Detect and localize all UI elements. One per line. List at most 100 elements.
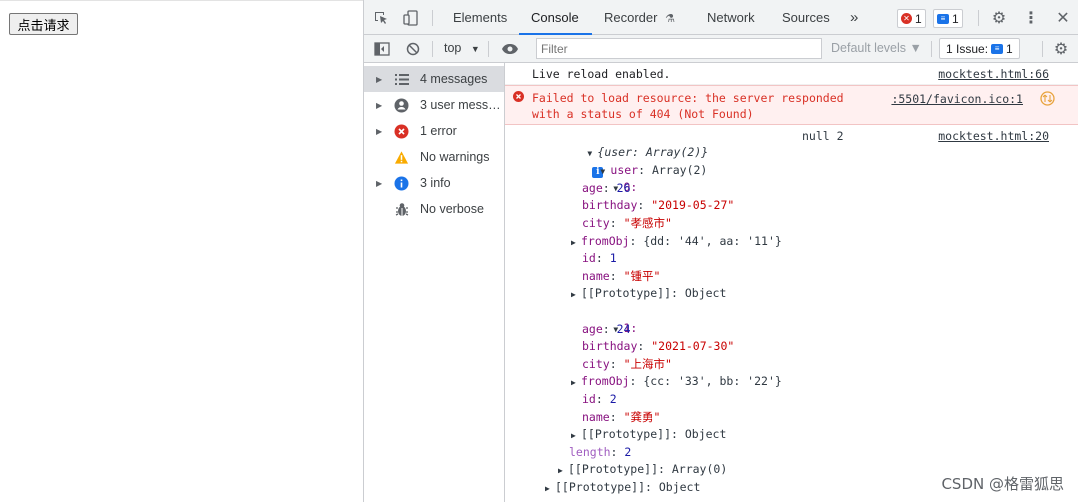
expand-arrow-icon: ▶ — [376, 126, 383, 136]
console-settings-gear-icon[interactable]: ⚙ — [1052, 40, 1070, 58]
value-id: 1 — [609, 251, 617, 265]
message-text: Live reload enabled. — [532, 67, 671, 81]
tab-console[interactable]: Console — [519, 0, 592, 35]
value-length: 2 — [624, 445, 632, 459]
expand-arrow-icon: ▶ — [376, 100, 383, 110]
sidebar-item-verbose[interactable]: No verbose — [364, 196, 504, 222]
more-tabs-button[interactable]: » — [850, 0, 858, 35]
context-selector[interactable]: top ▼ — [444, 41, 480, 55]
prototype-label: [[Prototype]]: Array(0) — [568, 462, 728, 476]
sidebar-item-info[interactable]: ▶ 3 info — [364, 170, 504, 196]
issues-label: 1 Issue: — [946, 41, 989, 56]
prop-id: id: 2 — [582, 392, 617, 406]
kebab-menu-icon[interactable]: ⋮ — [1022, 9, 1040, 27]
prop-birthday: birthday: "2021-07-30" — [582, 339, 735, 353]
error-count-badge[interactable]: ✕ 1 — [897, 9, 926, 28]
log-levels-dropdown[interactable]: Default levels ▼ — [831, 41, 922, 55]
value-age: 26 — [616, 181, 631, 195]
device-toolbar-icon[interactable] — [402, 9, 420, 27]
array-prototype-row[interactable]: ▶ [[Prototype]]: Array(0) — [558, 461, 727, 478]
eye-icon[interactable] — [500, 40, 520, 58]
object-summary-row[interactable]: ▼ {user: Array(2)} i — [532, 127, 708, 178]
request-button[interactable]: 点击请求 — [9, 13, 78, 35]
message-count: 1 — [952, 11, 959, 26]
error-text-line1: Failed to load resource: the server resp… — [532, 91, 844, 105]
settings-gear-icon[interactable]: ⚙ — [990, 9, 1008, 27]
expand-arrow-icon: ▶ — [376, 178, 383, 188]
tab-elements[interactable]: Elements — [453, 0, 507, 35]
page-viewport: 点击请求 — [0, 0, 363, 502]
user-array-row[interactable]: ▼ user: Array(2) — [545, 145, 707, 177]
collapsed-arrow-icon: ▶ — [571, 290, 576, 299]
expand-arrow-icon: ▶ — [376, 74, 383, 84]
sidebar-toggle-icon[interactable] — [373, 40, 391, 58]
prop-birthday: birthday: "2019-05-27" — [582, 198, 735, 212]
log-source-link[interactable]: mocktest.html:20 — [938, 129, 1049, 143]
array-index-row[interactable]: ▼ 1: — [558, 303, 637, 335]
filter-input[interactable] — [536, 38, 822, 59]
prototype-row[interactable]: ▶ [[Prototype]]: Object — [571, 426, 726, 443]
console-toolbar: top ▼ Default levels ▼ 1 Issue: ≡ 1 ⚙ — [364, 35, 1078, 63]
close-icon[interactable]: ✕ — [1054, 9, 1072, 27]
prop-city: city: "上海市" — [582, 357, 672, 371]
list-icon — [394, 72, 409, 87]
sidebar-item-warnings[interactable]: No warnings — [364, 144, 504, 170]
issues-button[interactable]: 1 Issue: ≡ 1 — [939, 38, 1020, 59]
value-birthday: "2021-07-30" — [651, 339, 735, 353]
prop-fromobj[interactable]: ▶ fromObj: {dd: '44', aa: '11'} — [571, 233, 782, 250]
value-id: 2 — [609, 392, 617, 406]
prototype-row[interactable]: ▶ [[Prototype]]: Object — [571, 285, 726, 302]
array-index-row[interactable]: ▼ 0: — [558, 162, 637, 194]
object-prototype-row[interactable]: ▶ [[Prototype]]: Object — [545, 479, 700, 496]
value-fromobj: {cc: '33', bb: '22'} — [643, 374, 782, 388]
prop-fromobj[interactable]: ▶ fromObj: {cc: '33', bb: '22'} — [571, 373, 782, 390]
sidebar-item-label: 1 error — [420, 124, 457, 138]
sidebar-item-label: 4 messages — [420, 72, 488, 86]
prototype-label: [[Prototype]]: Object — [581, 286, 727, 300]
sidebar-item-messages[interactable]: ▶ 4 messages — [364, 66, 504, 92]
error-text-line2: with a status of 404 (Not Found) — [532, 107, 754, 121]
console-message-live-reload: Live reload enabled. mocktest.html:66 — [505, 63, 1078, 85]
sidebar-item-label: No verbose — [420, 202, 484, 216]
inspect-element-icon[interactable] — [372, 9, 390, 27]
sidebar-item-user-messages[interactable]: ▶ 3 user mess… — [364, 92, 504, 118]
separator — [488, 41, 489, 57]
prop-age: age: 24 — [582, 322, 631, 336]
separator — [432, 10, 433, 26]
separator — [978, 10, 979, 26]
tab-sources[interactable]: Sources — [782, 0, 830, 35]
warning-icon — [394, 150, 409, 165]
source-link[interactable]: mocktest.html:66 — [938, 67, 1049, 81]
sidebar-item-label: 3 user mess… — [420, 98, 501, 112]
message-count-badge[interactable]: ≡ 1 — [933, 9, 963, 28]
prop-name: name: "锺平" — [582, 269, 661, 283]
tab-recorder-label: Recorder — [604, 10, 658, 25]
error-icon — [513, 91, 524, 105]
user-icon — [394, 98, 409, 113]
value-birthday: "2019-05-27" — [651, 198, 735, 212]
sidebar-item-label: 3 info — [420, 176, 451, 190]
value-name: "锺平" — [623, 269, 661, 283]
prop-age: age: 26 — [582, 181, 631, 195]
value-age: 24 — [616, 322, 631, 336]
collapsed-arrow-icon: ▶ — [571, 238, 576, 247]
key-length: length — [569, 445, 611, 459]
info-icon — [394, 176, 409, 191]
issue-icon: ≡ — [991, 43, 1004, 54]
collapsed-arrow-icon: ▶ — [571, 431, 576, 440]
error-source-link[interactable]: :5501/favicon.ico:1 — [891, 92, 1023, 106]
sidebar-item-label: No warnings — [420, 150, 490, 164]
prototype-label: [[Prototype]]: Object — [555, 480, 701, 494]
separator — [931, 41, 932, 57]
flask-icon: ⚗ — [665, 13, 675, 25]
separator — [432, 41, 433, 57]
prototype-label: [[Prototype]]: Object — [581, 427, 727, 441]
null-label: null 2 — [802, 129, 844, 143]
sidebar-item-errors[interactable]: ▶ 1 error — [364, 118, 504, 144]
tab-network[interactable]: Network — [707, 0, 755, 35]
clear-console-icon[interactable] — [404, 40, 422, 58]
devtools-panel: Elements Console Recorder ⚗ Network Sour… — [363, 0, 1078, 502]
tab-recorder[interactable]: Recorder ⚗ — [604, 0, 675, 35]
network-request-icon[interactable] — [1040, 91, 1055, 109]
devtools-tab-bar: Elements Console Recorder ⚗ Network Sour… — [364, 0, 1078, 35]
